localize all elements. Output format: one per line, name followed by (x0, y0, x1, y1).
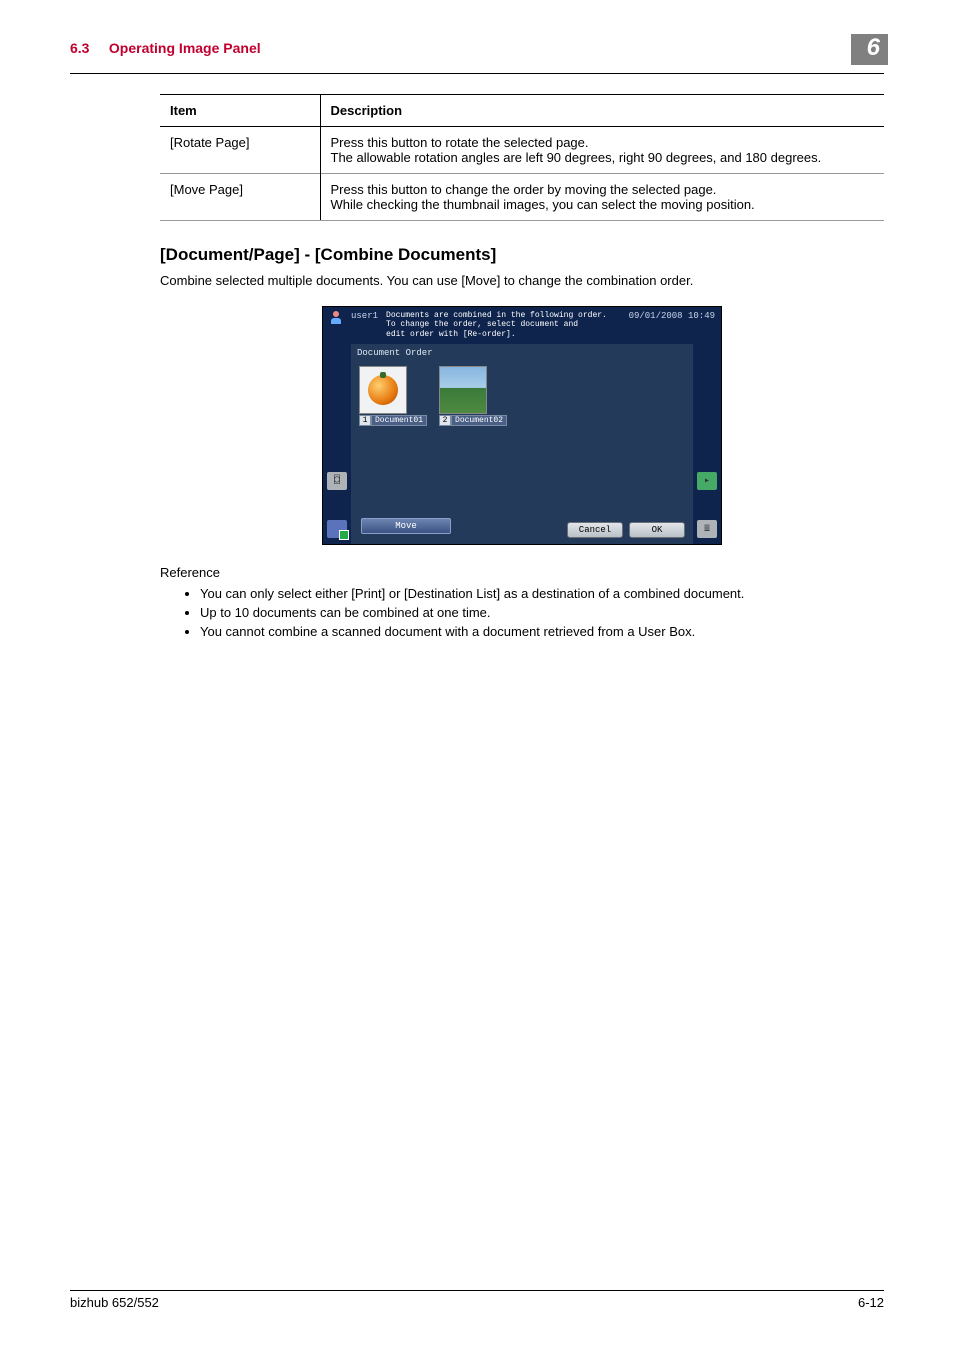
page-footer: bizhub 652/552 6-12 (70, 1290, 884, 1310)
reference-list: You can only select either [Print] or [D… (160, 586, 884, 639)
thumbnail-preview (359, 366, 407, 414)
table-cell-desc: Press this button to change the order by… (320, 173, 884, 220)
panel-top-bar: user1 Documents are combined in the foll… (323, 307, 721, 344)
footer-right: 6-12 (858, 1295, 884, 1310)
thumbnail-name: Document01 (371, 415, 427, 426)
move-button[interactable]: Move (361, 518, 451, 534)
table-header-desc: Description (320, 94, 884, 126)
table-row: [Rotate Page] Press this button to rotat… (160, 126, 884, 173)
list-item: You cannot combine a scanned document wi… (200, 624, 884, 639)
table-row: [Move Page] Press this button to change … (160, 173, 884, 220)
orange-image-icon (368, 375, 398, 405)
panel-right-rail: ▸ ≣ (693, 344, 721, 544)
section-number: 6.3 (70, 40, 89, 56)
section-label: 6.3 Operating Image Panel (70, 40, 261, 56)
panel-left-rail: ⌼ (323, 344, 351, 544)
reference-heading: Reference (160, 565, 884, 580)
thumbnail-number: 2 (439, 415, 451, 426)
thumbnail-preview (439, 366, 487, 414)
panel-body: ⌼ Document Order 1 Document01 (323, 344, 721, 544)
thumbnail-name: Document02 (451, 415, 507, 426)
panel-center-area: Document Order 1 Document01 (351, 344, 693, 544)
device-panel-screenshot: user1 Documents are combined in the foll… (322, 306, 722, 545)
thumbnail-item[interactable]: 2 Document02 (439, 366, 507, 426)
thumbnail-item[interactable]: 1 Document01 (359, 366, 427, 426)
table-header-item: Item (160, 94, 320, 126)
panel-user-label: user1 (351, 311, 378, 321)
cancel-button[interactable]: Cancel (567, 522, 623, 538)
page-header: 6.3 Operating Image Panel 6 (70, 40, 884, 74)
document-stack-icon[interactable] (327, 520, 347, 538)
chapter-badge: 6 (851, 34, 888, 65)
list-icon[interactable]: ≣ (697, 520, 717, 538)
arrow-icon[interactable]: ▸ (697, 472, 717, 490)
table-cell-item: [Rotate Page] (160, 126, 320, 173)
panel-instruction-text: Documents are combined in the following … (386, 311, 621, 340)
list-item: You can only select either [Print] or [D… (200, 586, 884, 601)
landscape-image-icon (440, 367, 486, 413)
subheading: [Document/Page] - [Combine Documents] (160, 245, 884, 265)
user-icon (329, 311, 343, 324)
thumbnail-row: 1 Document01 2 Document02 (359, 366, 507, 426)
panel-datetime: 09/01/2008 10:49 (629, 311, 715, 321)
ok-button[interactable]: OK (629, 522, 685, 538)
printer-icon[interactable]: ⌼ (327, 472, 347, 490)
intro-paragraph: Combine selected multiple documents. You… (160, 273, 884, 288)
document-order-label: Document Order (357, 348, 433, 358)
footer-left: bizhub 652/552 (70, 1295, 159, 1310)
table-cell-item: [Move Page] (160, 173, 320, 220)
list-item: Up to 10 documents can be combined at on… (200, 605, 884, 620)
section-title: Operating Image Panel (109, 40, 261, 56)
table-cell-desc: Press this button to rotate the selected… (320, 126, 884, 173)
item-description-table: Item Description [Rotate Page] Press thi… (160, 94, 884, 221)
thumbnail-number: 1 (359, 415, 371, 426)
